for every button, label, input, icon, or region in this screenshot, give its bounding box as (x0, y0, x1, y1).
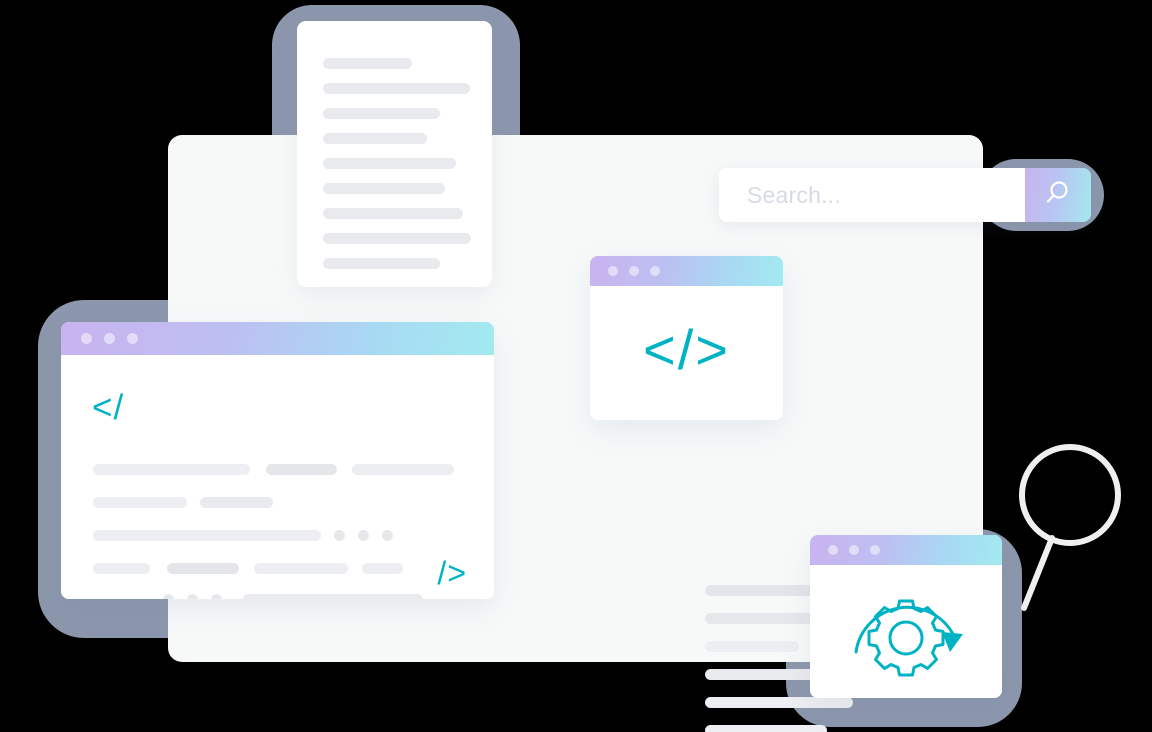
document-line (323, 158, 456, 169)
gear-window-body (810, 565, 1002, 698)
document-line (323, 58, 412, 69)
document-line-list (323, 58, 471, 283)
code-dot (334, 530, 345, 542)
document-line (323, 108, 440, 119)
left-code-window[interactable]: </ /> (61, 322, 494, 599)
code-dot (211, 594, 222, 599)
code-dot (163, 594, 174, 599)
window-dot-close-icon[interactable] (828, 545, 838, 555)
window-dot-minimize-icon[interactable] (849, 545, 859, 555)
code-dot (382, 530, 393, 542)
window-dot-minimize-icon[interactable] (629, 266, 639, 276)
center-text-line (705, 641, 799, 652)
code-segment (200, 497, 273, 509)
search-input[interactable]: Search... (719, 168, 1025, 222)
code-line (93, 461, 454, 479)
code-segment (93, 464, 250, 476)
magnifier-icon (1014, 440, 1134, 625)
search-placeholder-text: Search... (747, 181, 841, 208)
code-symbol-glyph: </> (643, 317, 730, 381)
left-window-titlebar (61, 322, 494, 355)
window-dot-maximize-icon[interactable] (650, 266, 660, 276)
window-dot-close-icon[interactable] (608, 266, 618, 276)
code-segment (93, 530, 321, 542)
code-line (93, 494, 273, 512)
code-segment (266, 464, 337, 476)
document-line (323, 183, 445, 194)
code-segment (254, 563, 348, 575)
center-window-titlebar (590, 256, 783, 286)
code-segment (352, 464, 454, 476)
code-segment (243, 594, 423, 599)
open-tag-glyph: </ (92, 388, 125, 427)
left-window-body: </ /> (61, 355, 494, 599)
window-dot-close-icon[interactable] (81, 333, 92, 344)
document-line (323, 258, 440, 269)
gear-window-titlebar (810, 535, 1002, 565)
window-dot-maximize-icon[interactable] (127, 333, 138, 344)
window-dot-maximize-icon[interactable] (870, 545, 880, 555)
document-line (323, 83, 470, 94)
code-segment (93, 563, 150, 575)
document-line (323, 208, 463, 219)
code-line (93, 527, 393, 545)
gear-window[interactable] (810, 535, 1002, 698)
document-line (323, 233, 471, 244)
code-segment (362, 563, 403, 575)
center-text-line (705, 725, 827, 732)
code-segment (167, 563, 239, 575)
document-line (323, 133, 427, 144)
document-card (297, 21, 492, 287)
window-dot-minimize-icon[interactable] (104, 333, 115, 344)
code-segment (93, 497, 187, 509)
close-tag-glyph: /> (437, 555, 467, 591)
center-code-window[interactable]: </> (590, 256, 783, 420)
code-dot (358, 530, 369, 542)
search-button[interactable] (1025, 168, 1091, 222)
code-line (93, 591, 423, 599)
search-bar[interactable]: Search... (719, 168, 1091, 222)
illustration-canvas: </ /> </> Search... (0, 0, 1152, 732)
code-line (93, 560, 403, 578)
gear-refresh-icon (844, 574, 969, 689)
search-icon (1044, 179, 1072, 212)
code-dot (187, 594, 198, 599)
center-window-body: </> (590, 286, 783, 420)
center-text-line (705, 697, 853, 708)
